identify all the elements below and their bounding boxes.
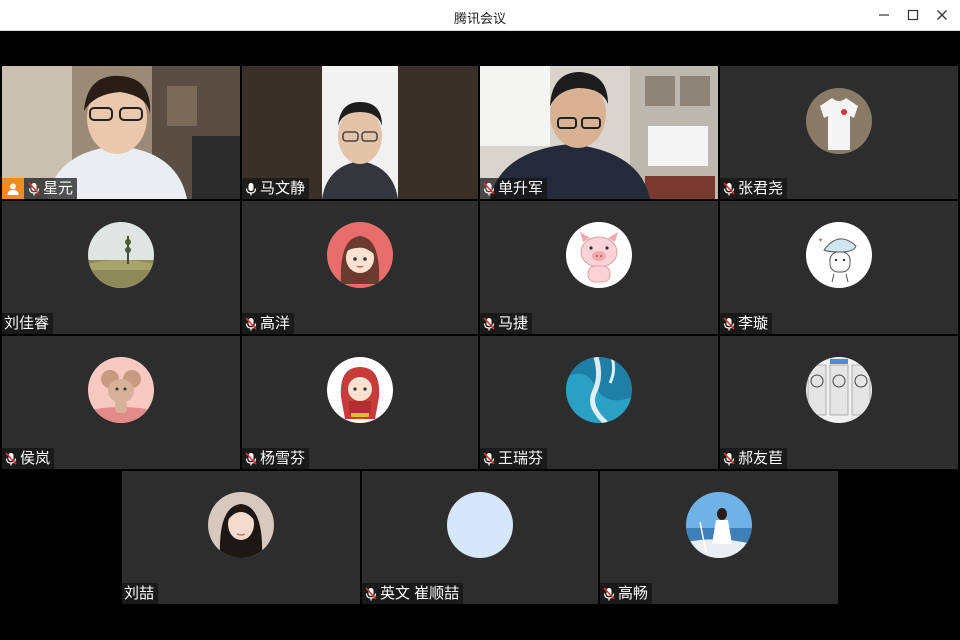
participant-name-tag: 李璇 (720, 313, 773, 334)
maximize-button[interactable] (901, 4, 925, 26)
participant-name: 郝友苣 (738, 450, 784, 467)
title-bar[interactable]: 腾讯会议 (0, 0, 960, 31)
mic-icon (245, 182, 257, 195)
mic-muted-icon (723, 316, 735, 330)
participant-tile[interactable]: 马捷 (480, 201, 718, 334)
mic-on-indicator (244, 181, 258, 197)
participant-name: 李璇 (738, 315, 769, 332)
mic-muted-indicator (722, 316, 736, 332)
close-button[interactable] (930, 4, 954, 26)
mic-muted-indicator (4, 451, 18, 467)
blank-avatar (447, 492, 513, 558)
mic-muted-icon (603, 586, 615, 600)
mic-muted-icon (723, 451, 735, 465)
participant-name-tag: 英文 崔顺喆 (362, 583, 464, 604)
mic-muted-icon (5, 451, 17, 465)
participant-tile[interactable]: 郝友苣 (720, 336, 958, 469)
mic-muted-icon (245, 451, 257, 465)
participant-tile[interactable]: 杨雪芬 (242, 336, 478, 469)
mic-muted-icon (365, 586, 377, 600)
participant-tile[interactable]: 侯岚 (2, 336, 240, 469)
participant-name: 星元 (43, 180, 74, 197)
participant-tile[interactable]: 英文 崔顺喆 (362, 471, 598, 604)
participant-name: 王瑞芬 (498, 450, 544, 467)
mic-muted-icon (483, 451, 495, 465)
mic-muted-indicator (602, 586, 616, 602)
mushroom-avatar: ✦ (806, 222, 872, 288)
host-icon (7, 183, 19, 195)
participant-tile[interactable]: 单升军 (480, 66, 718, 199)
participant-name-tag: 侯岚 (2, 448, 55, 469)
participant-name-tag: 马文静 (242, 178, 310, 199)
participant-name: 高洋 (260, 315, 291, 332)
mic-muted-indicator (244, 451, 258, 467)
participant-name-tag: 高洋 (242, 313, 295, 334)
participant-name-tag: 刘佳睿 (2, 313, 54, 334)
woman-avatar (208, 492, 274, 558)
mouse-avatar (88, 357, 154, 423)
participant-name-tag: 单升军 (480, 178, 548, 199)
pig-avatar (566, 222, 632, 288)
mic-muted-indicator (244, 316, 258, 332)
mic-muted-indicator (364, 586, 378, 602)
participant-tile[interactable]: 刘喆 (122, 471, 360, 604)
participant-name-tag: 杨雪芬 (242, 448, 310, 469)
video-grid: 星元 马文静 单升军 张君尧 刘佳睿 高洋 马捷 ✦ 李璇 侯岚 杨雪芬 王瑞芬… (2, 31, 958, 638)
participant-name-tag: 郝友苣 (720, 448, 788, 469)
red-hood-girl-avatar (327, 357, 393, 423)
participant-name-tag: 星元 (2, 178, 78, 199)
participant-name-tag: 王瑞芬 (480, 448, 548, 469)
ocean-avatar (566, 357, 632, 423)
participant-name-tag: 马捷 (480, 313, 533, 334)
mic-muted-indicator (722, 181, 736, 197)
meme-avatar (806, 357, 872, 423)
participant-tile[interactable]: 刘佳睿 (2, 201, 240, 334)
cartoon-girl-avatar (327, 222, 393, 288)
participant-tile[interactable]: 星元 (2, 66, 240, 199)
mic-muted-indicator (722, 451, 736, 467)
participant-name: 刘喆 (124, 585, 155, 602)
mic-muted-indicator (27, 181, 41, 197)
participant-name: 张君尧 (738, 180, 784, 197)
minimize-icon (879, 14, 889, 16)
mic-muted-icon (723, 181, 735, 195)
participant-tile[interactable]: 高畅 (600, 471, 838, 604)
participant-tile[interactable]: ✦ 李璇 (720, 201, 958, 334)
mic-muted-indicator (482, 181, 496, 197)
participant-name: 杨雪芬 (260, 450, 306, 467)
participant-name-tag: 刘喆 (122, 583, 159, 604)
mic-muted-icon (245, 316, 257, 330)
mic-muted-indicator (482, 451, 496, 467)
minimize-button[interactable] (872, 4, 896, 26)
participant-name: 侯岚 (20, 450, 51, 467)
window-title: 腾讯会议 (453, 11, 506, 26)
mic-muted-icon (483, 181, 495, 195)
participant-name-tag: 高畅 (600, 583, 653, 604)
participant-name-tag: 张君尧 (720, 178, 788, 199)
shirt-avatar (806, 88, 872, 154)
svg-text:✦: ✦ (818, 237, 823, 244)
landscape-avatar (88, 222, 154, 288)
host-badge (2, 178, 24, 199)
participant-tile[interactable]: 王瑞芬 (480, 336, 718, 469)
participant-tile[interactable]: 马文静 (242, 66, 478, 199)
maximize-icon (907, 9, 919, 21)
participant-name: 马文静 (260, 180, 306, 197)
participant-name: 单升军 (498, 180, 544, 197)
mic-muted-icon (483, 316, 495, 330)
participant-name: 英文 崔顺喆 (380, 585, 460, 602)
mic-muted-icon (28, 181, 40, 195)
beach-avatar (686, 492, 752, 558)
participant-tile[interactable]: 张君尧 (720, 66, 958, 199)
participant-name: 高畅 (618, 585, 649, 602)
participant-name: 马捷 (498, 315, 529, 332)
mic-muted-indicator (482, 316, 496, 332)
participant-name: 刘佳睿 (4, 315, 50, 332)
close-icon (937, 10, 947, 20)
participant-tile[interactable]: 高洋 (242, 201, 478, 334)
meeting-window: 腾讯会议 星元 马文静 单升军 张君尧 刘佳睿 高洋 马捷 ✦ 李璇 侯岚 杨雪… (0, 0, 960, 640)
